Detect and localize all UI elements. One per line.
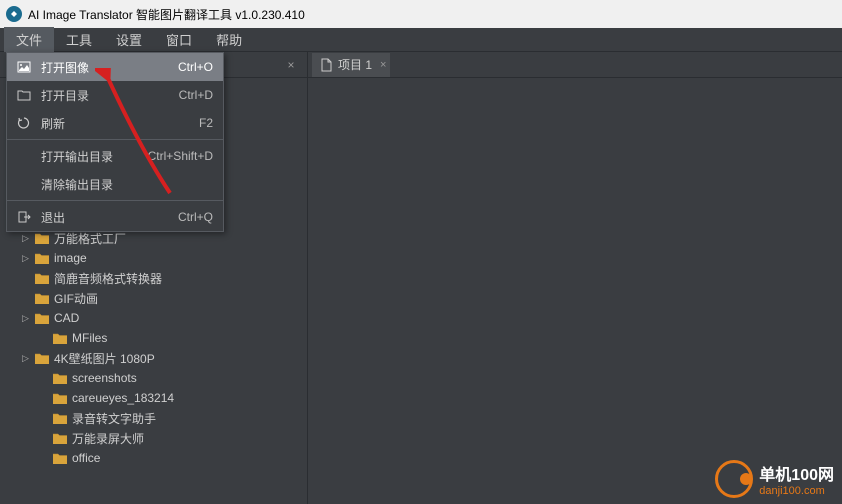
menu-window[interactable]: 窗口 bbox=[154, 27, 204, 52]
menu-tools[interactable]: 工具 bbox=[54, 27, 104, 52]
refresh-icon bbox=[15, 114, 33, 132]
blank-icon bbox=[15, 147, 33, 165]
watermark: 单机100网 danji100.com bbox=[715, 460, 834, 498]
menu-refresh[interactable]: 刷新 F2 bbox=[7, 109, 223, 137]
menu-label: 打开目录 bbox=[41, 87, 179, 104]
watermark-logo-icon bbox=[715, 460, 753, 498]
menu-open-image[interactable]: 打开图像 Ctrl+O bbox=[7, 53, 223, 81]
menu-open-dir[interactable]: 打开目录 Ctrl+D bbox=[7, 81, 223, 109]
tree-item[interactable]: ▷ 4K壁纸图片 1080P bbox=[0, 348, 307, 368]
menu-label: 清除输出目录 bbox=[41, 176, 213, 193]
image-icon bbox=[15, 58, 33, 76]
document-icon bbox=[320, 58, 334, 72]
tree-label: 简鹿音频格式转换器 bbox=[54, 270, 162, 287]
tabs-bar: 项目 1 × bbox=[308, 52, 842, 78]
tree-item[interactable]: screenshots bbox=[0, 368, 307, 388]
tab-label: 项目 1 bbox=[338, 56, 372, 73]
menu-shortcut: Ctrl+D bbox=[179, 88, 213, 102]
file-dropdown: 打开图像 Ctrl+O 打开目录 Ctrl+D 刷新 F2 打开输出目录 Ctr… bbox=[6, 52, 224, 232]
close-icon[interactable]: × bbox=[380, 59, 386, 71]
folder-icon bbox=[52, 371, 68, 385]
tree-label: 录音转文字助手 bbox=[72, 410, 156, 427]
watermark-title: 单机100网 bbox=[759, 461, 834, 485]
tree-label: screenshots bbox=[72, 371, 137, 385]
folder-icon bbox=[15, 86, 33, 104]
expand-icon[interactable]: ▷ bbox=[22, 353, 34, 364]
menu-help[interactable]: 帮助 bbox=[204, 27, 254, 52]
blank-icon bbox=[15, 175, 33, 193]
menu-label: 刷新 bbox=[41, 115, 199, 132]
tree-label: 万能录屏大师 bbox=[72, 430, 144, 447]
expand-icon[interactable]: ▷ bbox=[22, 253, 34, 264]
tree-item[interactable]: 万能录屏大师 bbox=[0, 428, 307, 448]
folder-icon bbox=[34, 291, 50, 305]
folder-icon bbox=[34, 311, 50, 325]
menu-clear-output[interactable]: 清除输出目录 bbox=[7, 170, 223, 198]
folder-icon bbox=[34, 251, 50, 265]
menu-shortcut: Ctrl+Shift+D bbox=[148, 149, 213, 163]
tree-item[interactable]: careueyes_183214 bbox=[0, 388, 307, 408]
menu-settings[interactable]: 设置 bbox=[104, 27, 154, 52]
folder-icon bbox=[52, 411, 68, 425]
folder-icon bbox=[34, 271, 50, 285]
expand-icon[interactable]: ▷ bbox=[22, 233, 34, 244]
menubar: 文件 工具 设置 窗口 帮助 bbox=[0, 28, 842, 52]
tree-label: GIF动画 bbox=[54, 290, 98, 307]
watermark-url: danji100.com bbox=[759, 485, 834, 497]
menu-separator bbox=[7, 200, 223, 201]
folder-icon bbox=[34, 231, 50, 245]
titlebar-text: AI Image Translator 智能图片翻译工具 v1.0.230.41… bbox=[28, 6, 305, 23]
main-area: 项目 1 × bbox=[308, 52, 842, 504]
tree-item[interactable]: office bbox=[0, 448, 307, 468]
folder-icon bbox=[52, 431, 68, 445]
menu-shortcut: Ctrl+O bbox=[178, 60, 213, 74]
tree-label: 万能格式工厂 bbox=[54, 230, 126, 247]
expand-icon[interactable]: ▷ bbox=[22, 313, 34, 324]
menu-label: 打开输出目录 bbox=[41, 148, 148, 165]
tree-item[interactable]: 简鹿音频格式转换器 bbox=[0, 268, 307, 288]
tree-item[interactable]: ▷ image bbox=[0, 248, 307, 268]
tree-item[interactable]: ▷ CAD bbox=[0, 308, 307, 328]
tree-item[interactable]: 录音转文字助手 bbox=[0, 408, 307, 428]
tab-project[interactable]: 项目 1 × bbox=[312, 53, 390, 77]
menu-label: 打开图像 bbox=[41, 59, 178, 76]
menu-exit[interactable]: 退出 Ctrl+Q bbox=[7, 203, 223, 231]
tree-label: MFiles bbox=[72, 331, 107, 345]
menu-shortcut: F2 bbox=[199, 116, 213, 130]
menu-separator bbox=[7, 139, 223, 140]
tree-label: CAD bbox=[54, 311, 79, 325]
tree-item[interactable]: MFiles bbox=[0, 328, 307, 348]
exit-icon bbox=[15, 208, 33, 226]
folder-icon bbox=[52, 391, 68, 405]
titlebar: AI Image Translator 智能图片翻译工具 v1.0.230.41… bbox=[0, 0, 842, 28]
menu-shortcut: Ctrl+Q bbox=[178, 210, 213, 224]
app-icon bbox=[6, 6, 22, 22]
tree-label: image bbox=[54, 251, 87, 265]
folder-icon bbox=[52, 451, 68, 465]
menu-open-output[interactable]: 打开输出目录 Ctrl+Shift+D bbox=[7, 142, 223, 170]
menu-label: 退出 bbox=[41, 209, 178, 226]
menu-file[interactable]: 文件 bbox=[4, 27, 54, 52]
tree-item[interactable]: GIF动画 bbox=[0, 288, 307, 308]
close-icon[interactable]: × bbox=[281, 58, 301, 72]
tree-label: careueyes_183214 bbox=[72, 391, 174, 405]
folder-icon bbox=[34, 351, 50, 365]
tree-label: 4K壁纸图片 1080P bbox=[54, 350, 155, 367]
folder-icon bbox=[52, 331, 68, 345]
tree-label: office bbox=[72, 451, 100, 465]
